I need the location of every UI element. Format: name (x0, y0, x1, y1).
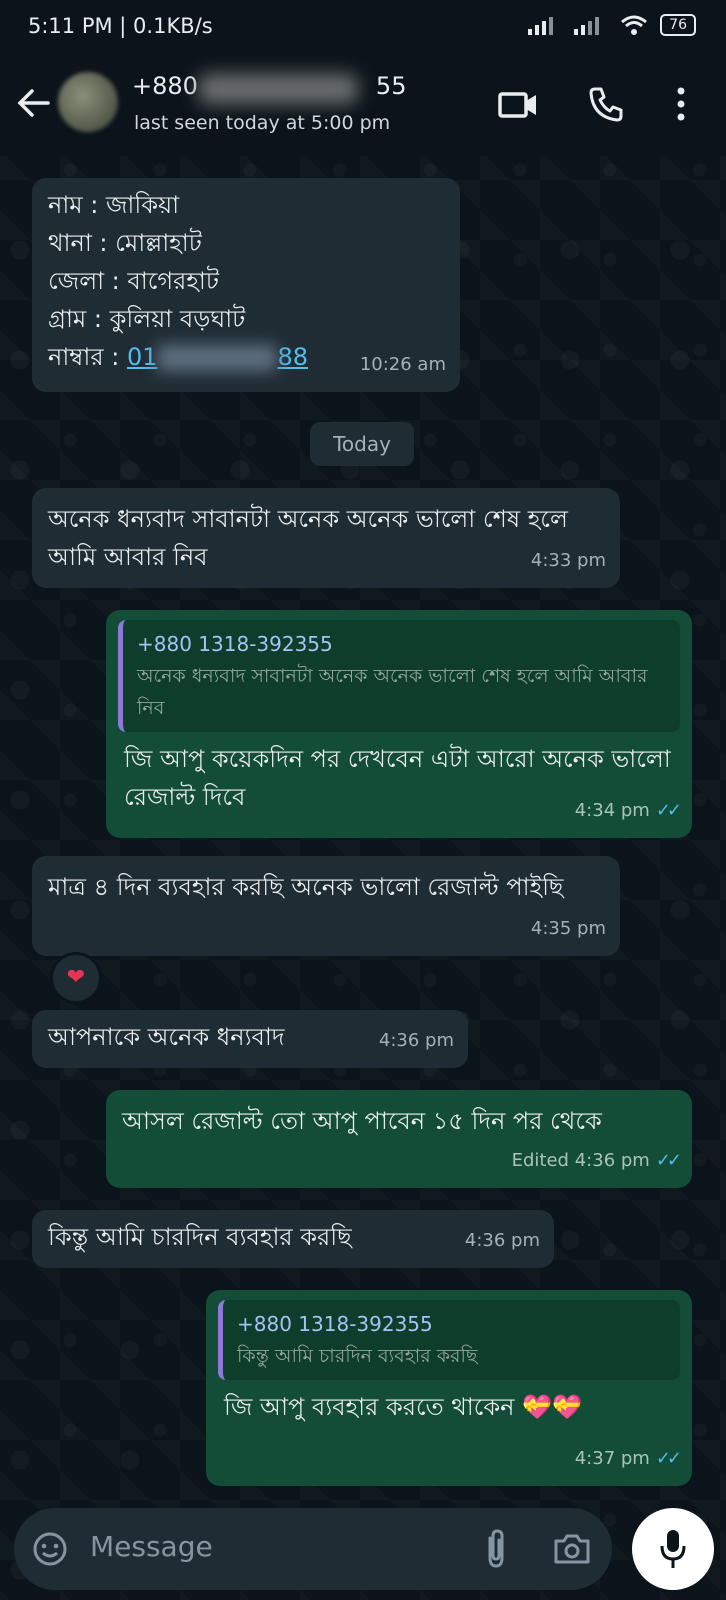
message-bubble-outgoing[interactable]: আসল রেজাল্ট তো আপু পাবেন ১৫ দিন পর থেকে … (106, 1090, 692, 1188)
quoted-sender: +880 1318-392355 (137, 632, 333, 656)
wifi-icon (621, 15, 648, 35)
message-meta: 4:37 pm ✓✓ (574, 1448, 682, 1469)
signal-2-icon (574, 17, 600, 35)
status-time: 5:11 PM | 0.1KB/s (28, 14, 213, 38)
message-bubble-incoming[interactable]: আপনাকে অনেক ধন্যবাদ 4:36 pm (32, 1010, 468, 1068)
message-time: 4:36 pm (378, 1030, 454, 1051)
message-bubble-outgoing[interactable]: +880 1318-392355 কিন্তু আমি চারদিন ব্যবহ… (206, 1290, 692, 1486)
message-input[interactable]: Message (90, 1530, 213, 1563)
contact-avatar[interactable] (58, 72, 118, 132)
more-options-icon[interactable] (676, 86, 686, 122)
message-meta: 4:34 pm ✓✓ (574, 800, 682, 821)
camera-icon[interactable] (552, 1532, 592, 1566)
redacted-number (198, 74, 358, 104)
video-call-icon[interactable] (498, 90, 538, 120)
quoted-text: কিন্তু আমি চারদিন ব্যবহার করছি (237, 1345, 478, 1367)
quoted-text: অনেক ধন্যবাদ সাবানটা অনেক অনেক ভালো শেষ … (137, 665, 648, 719)
message-text: আসল রেজাল্ট তো আপু পাবেন ১৫ দিন পর থেকে (122, 1107, 602, 1135)
message-composer[interactable]: Message (14, 1508, 612, 1590)
read-ticks-icon: ✓✓ (655, 800, 682, 821)
edited-label: Edited (511, 1150, 569, 1171)
message-text: অনেক ধন্যবাদ সাবানটা অনেক অনেক ভালো শেষ … (48, 505, 568, 571)
phone-number-link[interactable]: 01 88 (127, 343, 308, 371)
voice-message-button[interactable] (632, 1508, 714, 1590)
message-meta: Edited 4:36 pm ✓✓ (511, 1150, 682, 1171)
signal-icon (528, 17, 554, 35)
status-icons: 76 (528, 14, 696, 36)
message-time: 4:33 pm (530, 550, 606, 571)
status-bar: 5:11 PM | 0.1KB/s 76 (0, 0, 726, 58)
message-text-line: জেলা : বাগেরহাট (48, 267, 219, 295)
message-bubble-incoming[interactable]: নাম : জাকিয়া থানা : মোল্লাহাট জেলা : বা… (32, 178, 460, 392)
message-text: জি আপু ব্যবহার করতে থাকেন 💝💝 (224, 1393, 582, 1421)
voice-call-icon[interactable] (588, 86, 624, 122)
message-time: 4:36 pm (464, 1230, 540, 1251)
message-text-line: থানা : মোল্লাহাট (48, 229, 202, 257)
heart-reaction-icon[interactable]: ❤ (50, 952, 102, 1004)
microphone-icon (660, 1530, 686, 1568)
message-time: 10:26 am (359, 354, 446, 375)
quoted-sender: +880 1318-392355 (237, 1312, 433, 1336)
redacted-digits (157, 345, 278, 371)
emoji-sticker-icon[interactable] (32, 1531, 68, 1567)
read-ticks-icon: ✓✓ (655, 1150, 682, 1171)
message-time: 4:35 pm (530, 918, 606, 939)
chat-header: +880 55 last seen today at 5:00 pm (0, 58, 726, 156)
message-bubble-incoming[interactable]: মাত্র ৪ দিন ব্যবহার করছি অনেক ভালো রেজাল… (32, 856, 620, 956)
message-bubble-incoming[interactable]: অনেক ধন্যবাদ সাবানটা অনেক অনেক ভালো শেষ … (32, 488, 620, 588)
message-bubble-outgoing[interactable]: +880 1318-392355 অনেক ধন্যবাদ সাবানটা অন… (106, 610, 692, 838)
read-ticks-icon: ✓✓ (655, 1448, 682, 1469)
last-seen-status: last seen today at 5:00 pm (134, 112, 391, 134)
message-text-line: নাম : জাকিয়া (48, 191, 180, 219)
battery-icon: 76 (660, 14, 696, 36)
message-text: মাত্র ৪ দিন ব্যবহার করছি অনেক ভালো রেজাল… (48, 873, 564, 901)
date-separator: Today (310, 422, 414, 466)
quoted-message[interactable]: +880 1318-392355 কিন্তু আমি চারদিন ব্যবহ… (218, 1300, 680, 1380)
back-arrow-icon[interactable] (16, 88, 50, 118)
attach-icon[interactable] (484, 1528, 508, 1570)
message-text-line: গ্রাম : কুলিয়া বড়ঘাট (48, 305, 246, 333)
quoted-message[interactable]: +880 1318-392355 অনেক ধন্যবাদ সাবানটা অন… (118, 620, 680, 732)
message-bubble-incoming[interactable]: কিন্তু আমি চারদিন ব্যবহার করছি 4:36 pm (32, 1210, 554, 1268)
